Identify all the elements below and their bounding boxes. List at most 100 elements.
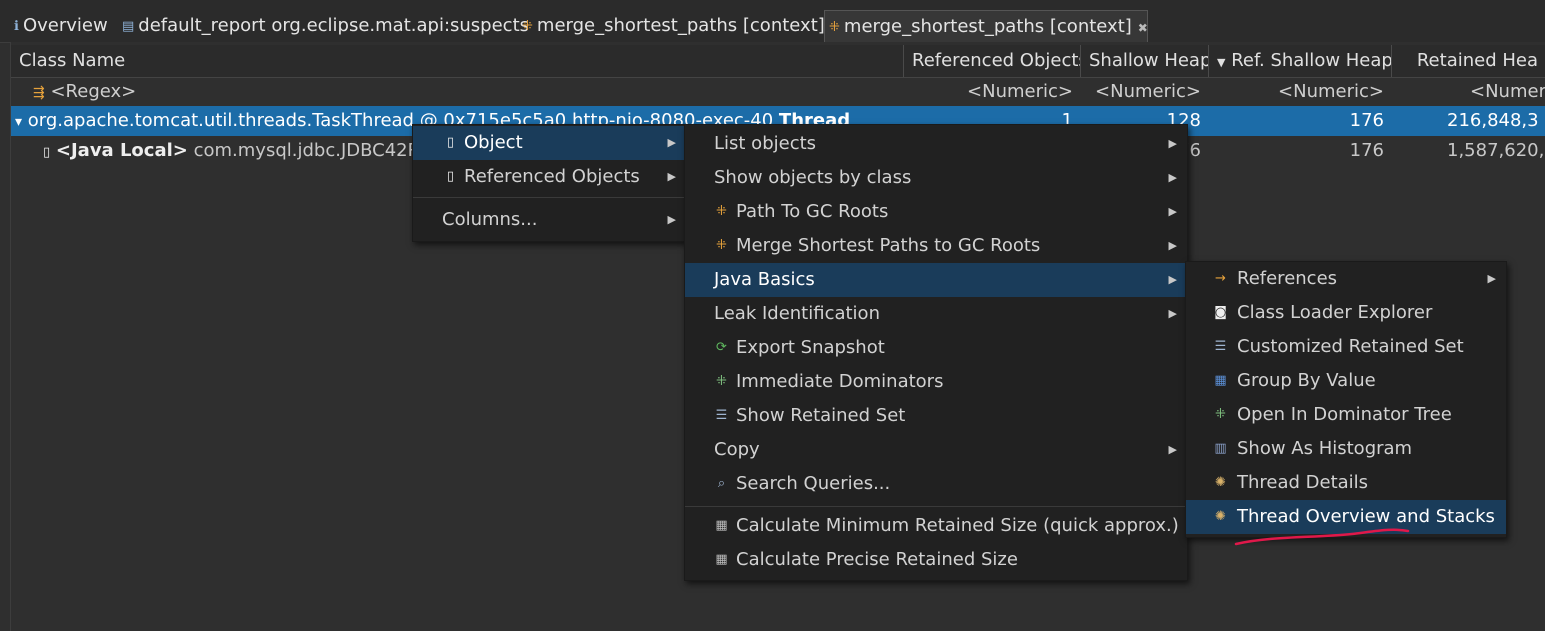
menu-item-label: Java Basics (714, 269, 815, 290)
menu-separator (685, 506, 1187, 507)
menu-item-object[interactable]: ▯ Object ▶ (413, 126, 686, 160)
sort-descending-icon: ▼ (1217, 56, 1226, 69)
paths-icon: ⁜ (716, 238, 727, 253)
menu-item-show-retained-set[interactable]: ☰ Show Retained Set (685, 399, 1187, 433)
filter-icon: ⇶ (33, 85, 45, 101)
menu-item-label: Calculate Precise Retained Size (736, 549, 1018, 570)
menu-item-calc-min-retained[interactable]: ▦ Calculate Minimum Retained Size (quick… (685, 509, 1187, 543)
chevron-right-icon: ▶ (667, 213, 676, 226)
menu-item-open-in-dominator-tree[interactable]: ⁜ Open In Dominator Tree (1186, 398, 1506, 432)
object-submenu: List objects ▶ Show objects by class ▶ ⁜… (684, 124, 1188, 581)
tab-merge-shortest-paths[interactable]: ⁜ merge_shortest_paths [context] (522, 10, 825, 42)
menu-item-class-loader-explorer[interactable]: ◙ Class Loader Explorer (1186, 296, 1506, 330)
chevron-right-icon: ▶ (1168, 307, 1177, 320)
dominator-icon: ⁜ (1215, 407, 1226, 422)
chevron-right-icon: ▶ (1168, 273, 1177, 286)
retained-heap-cell: 1,587,620,4 (1447, 140, 1545, 161)
tab-merge-shortest-paths-active[interactable]: ⁜ merge_shortest_paths [context] ✖ (824, 10, 1148, 42)
java-basics-submenu: → References ▶ ◙ Class Loader Explorer ☰… (1185, 261, 1507, 538)
dominator-icon: ⁜ (716, 374, 727, 389)
export-icon: ⟳ (716, 340, 727, 355)
close-icon[interactable]: ✖ (1138, 21, 1148, 35)
menu-item-copy[interactable]: Copy ▶ (685, 433, 1187, 467)
chevron-right-icon: ▶ (1168, 239, 1177, 252)
menu-item-thread-details[interactable]: ✺ Thread Details (1186, 466, 1506, 500)
menu-item-merge-shortest-paths[interactable]: ⁜ Merge Shortest Paths to GC Roots ▶ (685, 229, 1187, 263)
thread-icon: ✺ (1215, 509, 1226, 524)
menu-item-label: Show objects by class (714, 167, 912, 188)
numeric-filter[interactable]: <Numeric> (1209, 77, 1392, 107)
object-icon: ▯ (446, 135, 455, 150)
regex-filter[interactable]: ⇶ <Regex> (25, 77, 885, 107)
ref-shallow-heap-cell: 176 (1349, 140, 1384, 161)
menu-item-label: References (1237, 268, 1338, 289)
menu-item-columns[interactable]: Columns... ▶ (413, 203, 686, 237)
numeric-filter[interactable]: <Numeri (1458, 77, 1545, 107)
menu-item-java-basics[interactable]: Java Basics ▶ (685, 263, 1187, 297)
menu-item-label: Referenced Objects (464, 166, 640, 187)
tree-icon: ⁜ (716, 204, 727, 219)
menu-item-label: Object (464, 132, 523, 153)
histogram-icon: ▥ (1214, 441, 1227, 456)
menu-item-label: Thread Details (1237, 472, 1369, 493)
class-loader-icon: ◙ (1214, 305, 1227, 320)
menu-separator (413, 197, 686, 198)
column-ref-shallow-heap[interactable]: ▼ Ref. Shallow Heap (1209, 45, 1392, 77)
menu-item-export-snapshot[interactable]: ⟳ Export Snapshot (685, 331, 1187, 365)
numeric-filter[interactable]: <Numeric> (904, 77, 1081, 107)
menu-item-list-objects[interactable]: List objects ▶ (685, 127, 1187, 161)
menu-item-path-to-gc-roots[interactable]: ⁜ Path To GC Roots ▶ (685, 195, 1187, 229)
menu-item-label: Show As Histogram (1237, 438, 1413, 459)
thread-icon: ✺ (1215, 475, 1226, 490)
filter-row[interactable]: ⇶ <Regex> <Numeric> <Numeric> <Numeric> … (11, 77, 1545, 107)
menu-item-label: Group By Value (1237, 370, 1376, 391)
menu-item-label: Show Retained Set (736, 405, 906, 426)
tab-label: default_report org.eclipse.mat.api:suspe… (138, 15, 530, 36)
menu-item-label: Leak Identification (714, 303, 880, 324)
tab-label: merge_shortest_paths [context] (843, 16, 1132, 37)
chevron-right-icon: ▶ (1168, 205, 1177, 218)
menu-item-customized-retained-set[interactable]: ☰ Customized Retained Set (1186, 330, 1506, 364)
tab-label: Overview (22, 15, 108, 36)
menu-item-immediate-dominators[interactable]: ⁜ Immediate Dominators (685, 365, 1187, 399)
column-label: Ref. Shallow Heap (1231, 50, 1392, 71)
menu-item-referenced-objects[interactable]: ▯ Referenced Objects ▶ (413, 160, 686, 194)
menu-item-show-as-histogram[interactable]: ▥ Show As Histogram (1186, 432, 1506, 466)
table-header: Class Name Referenced Objects Shallow He… (11, 45, 1545, 78)
tab-overview[interactable]: ℹ Overview (14, 10, 108, 42)
chevron-right-icon: ▶ (667, 170, 676, 183)
menu-item-search-queries[interactable]: ⌕ Search Queries... (685, 467, 1187, 501)
list-icon: ☰ (715, 408, 728, 423)
column-class-name[interactable]: Class Name (11, 45, 904, 77)
menu-item-label: Open In Dominator Tree (1237, 404, 1452, 425)
search-queries-icon: ⌕ (717, 476, 726, 491)
paths-icon: ⁜ (829, 20, 840, 35)
object-name: com.mysql.jdbc.JDBC42Res (187, 140, 440, 161)
column-retained-heap[interactable]: Retained Hea (1392, 45, 1545, 77)
menu-item-references[interactable]: → References ▶ (1186, 262, 1506, 296)
menu-item-label: Calculate Minimum Retained Size (quick a… (736, 515, 1179, 536)
menu-item-label: Immediate Dominators (736, 371, 944, 392)
menu-item-leak-identification[interactable]: Leak Identification ▶ (685, 297, 1187, 331)
object-icon: ▯ (446, 169, 455, 184)
arrow-right-icon: → (1215, 271, 1226, 286)
menu-item-calc-precise-retained[interactable]: ▦ Calculate Precise Retained Size (685, 543, 1187, 577)
tab-label: merge_shortest_paths [context] (536, 15, 825, 36)
ref-shallow-heap-cell: 176 (1349, 110, 1384, 131)
editor-tab-bar: ℹ Overview ▤ default_report org.eclipse.ma… (0, 0, 1545, 43)
menu-item-show-objects-by-class[interactable]: Show objects by class ▶ (685, 161, 1187, 195)
menu-item-label: List objects (714, 133, 817, 154)
calculator-icon: ▦ (715, 552, 728, 567)
menu-item-label: Merge Shortest Paths to GC Roots (736, 235, 1041, 256)
column-referenced-objects[interactable]: Referenced Objects (904, 45, 1081, 77)
regex-filter-label: <Regex> (50, 81, 137, 102)
column-shallow-heap[interactable]: Shallow Heap (1081, 45, 1209, 77)
chevron-right-icon: ▶ (667, 136, 676, 149)
tab-default-report[interactable]: ▤ default_report org.eclipse.mat.api:susp… (122, 10, 529, 42)
numeric-filter[interactable]: <Numeric> (1081, 77, 1209, 107)
menu-item-label: Copy (714, 439, 760, 460)
chevron-right-icon: ▶ (1168, 443, 1177, 456)
info-icon: ℹ (14, 19, 19, 34)
menu-item-group-by-value[interactable]: ▦ Group By Value (1186, 364, 1506, 398)
menu-item-label: Search Queries... (736, 473, 891, 494)
